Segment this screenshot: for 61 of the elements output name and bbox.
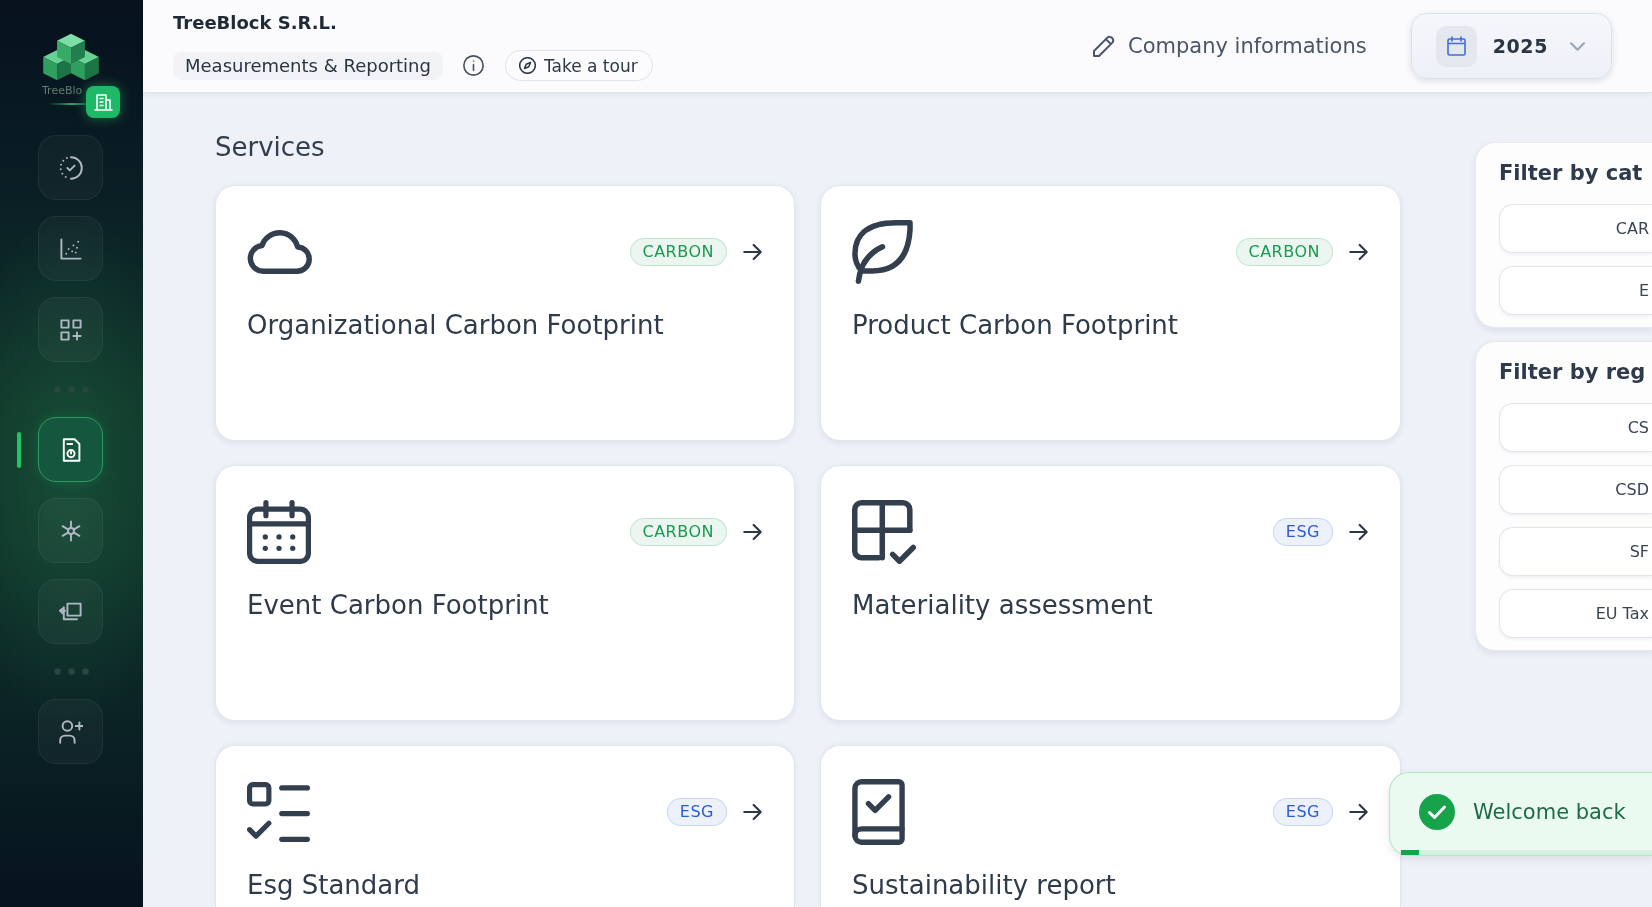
category-tag: ESG <box>1272 798 1333 826</box>
building-icon <box>86 86 120 118</box>
company-name: TreeBlock S.R.L. <box>173 11 338 35</box>
service-title: Product Carbon Footprint <box>852 309 1180 341</box>
year-dropdown[interactable]: 2025 <box>1410 13 1612 79</box>
category-tag: CARBON <box>1235 238 1333 266</box>
filter-option[interactable]: CS <box>1499 403 1652 452</box>
filter-option[interactable]: CAR <box>1499 204 1652 253</box>
service-card[interactable]: CARBON Event Carbon Footprint <box>215 465 795 721</box>
chevron-down-icon <box>1570 41 1585 51</box>
arrow-right-icon <box>1349 244 1368 260</box>
arrow-right-icon <box>743 244 762 260</box>
check-circle-icon <box>1419 793 1455 830</box>
service-card[interactable]: ESG Materiality assessment <box>820 465 1401 721</box>
service-card[interactable]: ESG Esg Standard <box>215 745 795 907</box>
filter-title: Filter by reg <box>1499 359 1647 386</box>
active-indicator <box>17 431 21 468</box>
service-card[interactable]: CARBON Product Carbon Footprint <box>820 185 1401 441</box>
compass-icon <box>518 57 536 74</box>
logo-icon <box>42 32 100 82</box>
service-title: Sustainability report <box>852 869 1117 901</box>
category-tag: CARBON <box>629 518 727 546</box>
grid-plus-icon <box>58 317 83 342</box>
category-tag: CARBON <box>629 238 727 266</box>
company-info-link[interactable]: Company informations <box>1093 34 1367 58</box>
category-tag: ESG <box>1272 518 1333 546</box>
filter-option[interactable]: EU Tax <box>1499 589 1652 638</box>
service-title: Esg Standard <box>247 869 422 901</box>
scatter-chart-icon <box>58 236 83 261</box>
category-tag: ESG <box>666 798 727 826</box>
section-tag: Measurements & Reporting <box>173 51 443 80</box>
logo-text: TreeBlo <box>42 84 84 98</box>
service-title: Organizational Carbon Footprint <box>247 309 665 341</box>
filter-title: Filter by cat <box>1499 160 1644 187</box>
service-title: Event Carbon Footprint <box>247 589 550 621</box>
grid-check-icon <box>852 500 916 564</box>
sidebar-nav-button[interactable] <box>38 417 103 482</box>
cloud-icon <box>247 230 312 274</box>
tour-button[interactable]: Take a tour <box>504 50 653 81</box>
info-icon[interactable] <box>462 55 484 76</box>
service-title: Materiality assessment <box>852 589 1154 621</box>
arrow-right-icon <box>1349 524 1368 540</box>
book-check-icon <box>852 779 905 845</box>
filter-option[interactable]: SF <box>1499 527 1652 576</box>
service-card[interactable]: ESG Sustainability report <box>820 745 1401 907</box>
filter-option[interactable]: CSD <box>1499 465 1652 514</box>
service-card[interactable]: CARBON Organizational Carbon Footprint <box>215 185 795 441</box>
toast-message: Welcome back <box>1473 799 1626 824</box>
dots-icon <box>54 668 89 675</box>
user-plus-icon <box>58 719 83 744</box>
calendar-icon <box>247 500 311 564</box>
arrow-right-icon <box>743 524 762 540</box>
filter-option[interactable]: E <box>1499 266 1652 315</box>
checklist-icon <box>247 782 310 842</box>
section-title: Services <box>215 131 326 163</box>
pencil-icon <box>1093 35 1115 57</box>
progress-check-icon <box>58 155 83 180</box>
leaf-icon <box>852 220 913 284</box>
calendar-icon <box>1435 25 1477 67</box>
arrow-right-icon <box>1349 804 1368 820</box>
arrow-right-icon <box>743 804 762 820</box>
